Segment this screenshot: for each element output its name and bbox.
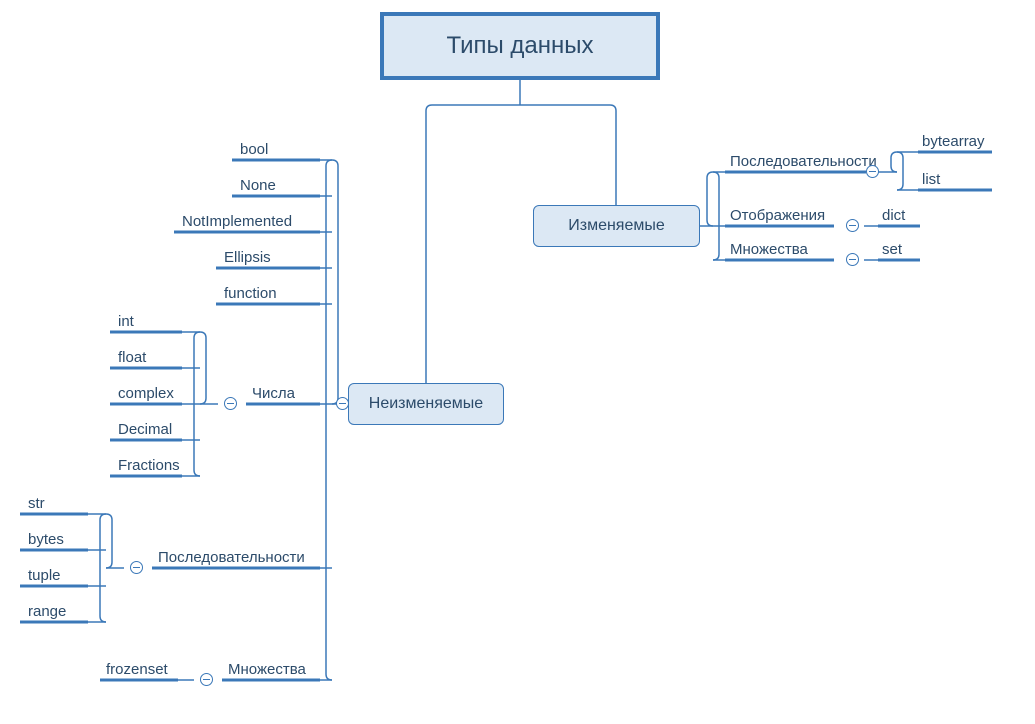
numbers-label: Числа [252,385,295,402]
toggle-icon[interactable] [130,561,143,574]
leaf-function: function [224,285,277,302]
toggle-icon[interactable] [224,397,237,410]
mutable-sequences-label: Последовательности [730,153,877,170]
leaf-float: float [118,349,146,366]
leaf-dict: dict [882,207,905,224]
toggle-icon[interactable] [866,165,879,178]
toggle-icon[interactable] [846,253,859,266]
leaf-tuple: tuple [28,567,61,584]
toggle-icon[interactable] [200,673,213,686]
leaf-decimal: Decimal [118,421,172,438]
immutable-node[interactable]: Неизменяемые [348,383,504,425]
leaf-str: str [28,495,45,512]
leaf-frozenset: frozenset [106,661,168,678]
leaf-int: int [118,313,134,330]
leaf-fractions: Fractions [118,457,180,474]
leaf-none: None [240,177,276,194]
leaf-range: range [28,603,66,620]
toggle-icon[interactable] [336,397,349,410]
leaf-bool: bool [240,141,268,158]
mutable-node[interactable]: Изменяемые [533,205,700,247]
mutable-sets-label: Множества [730,241,808,258]
root-node[interactable]: Типы данных [380,12,660,80]
leaf-bytes: bytes [28,531,64,548]
leaf-set: set [882,241,902,258]
leaf-bytearray: bytearray [922,133,985,150]
root-title: Типы данных [446,32,593,60]
leaf-ellipsis: Ellipsis [224,249,271,266]
mutable-mappings-label: Отображения [730,207,825,224]
leaf-list: list [922,171,940,188]
leaf-notimplemented: NotImplemented [182,213,292,230]
toggle-icon[interactable] [846,219,859,232]
mutable-title: Изменяемые [568,217,665,235]
immutable-title: Неизменяемые [369,395,483,413]
imm-sets-label: Множества [228,661,306,678]
imm-sequences-label: Последовательности [158,549,305,566]
leaf-complex: complex [118,385,174,402]
connectors [0,0,1035,724]
